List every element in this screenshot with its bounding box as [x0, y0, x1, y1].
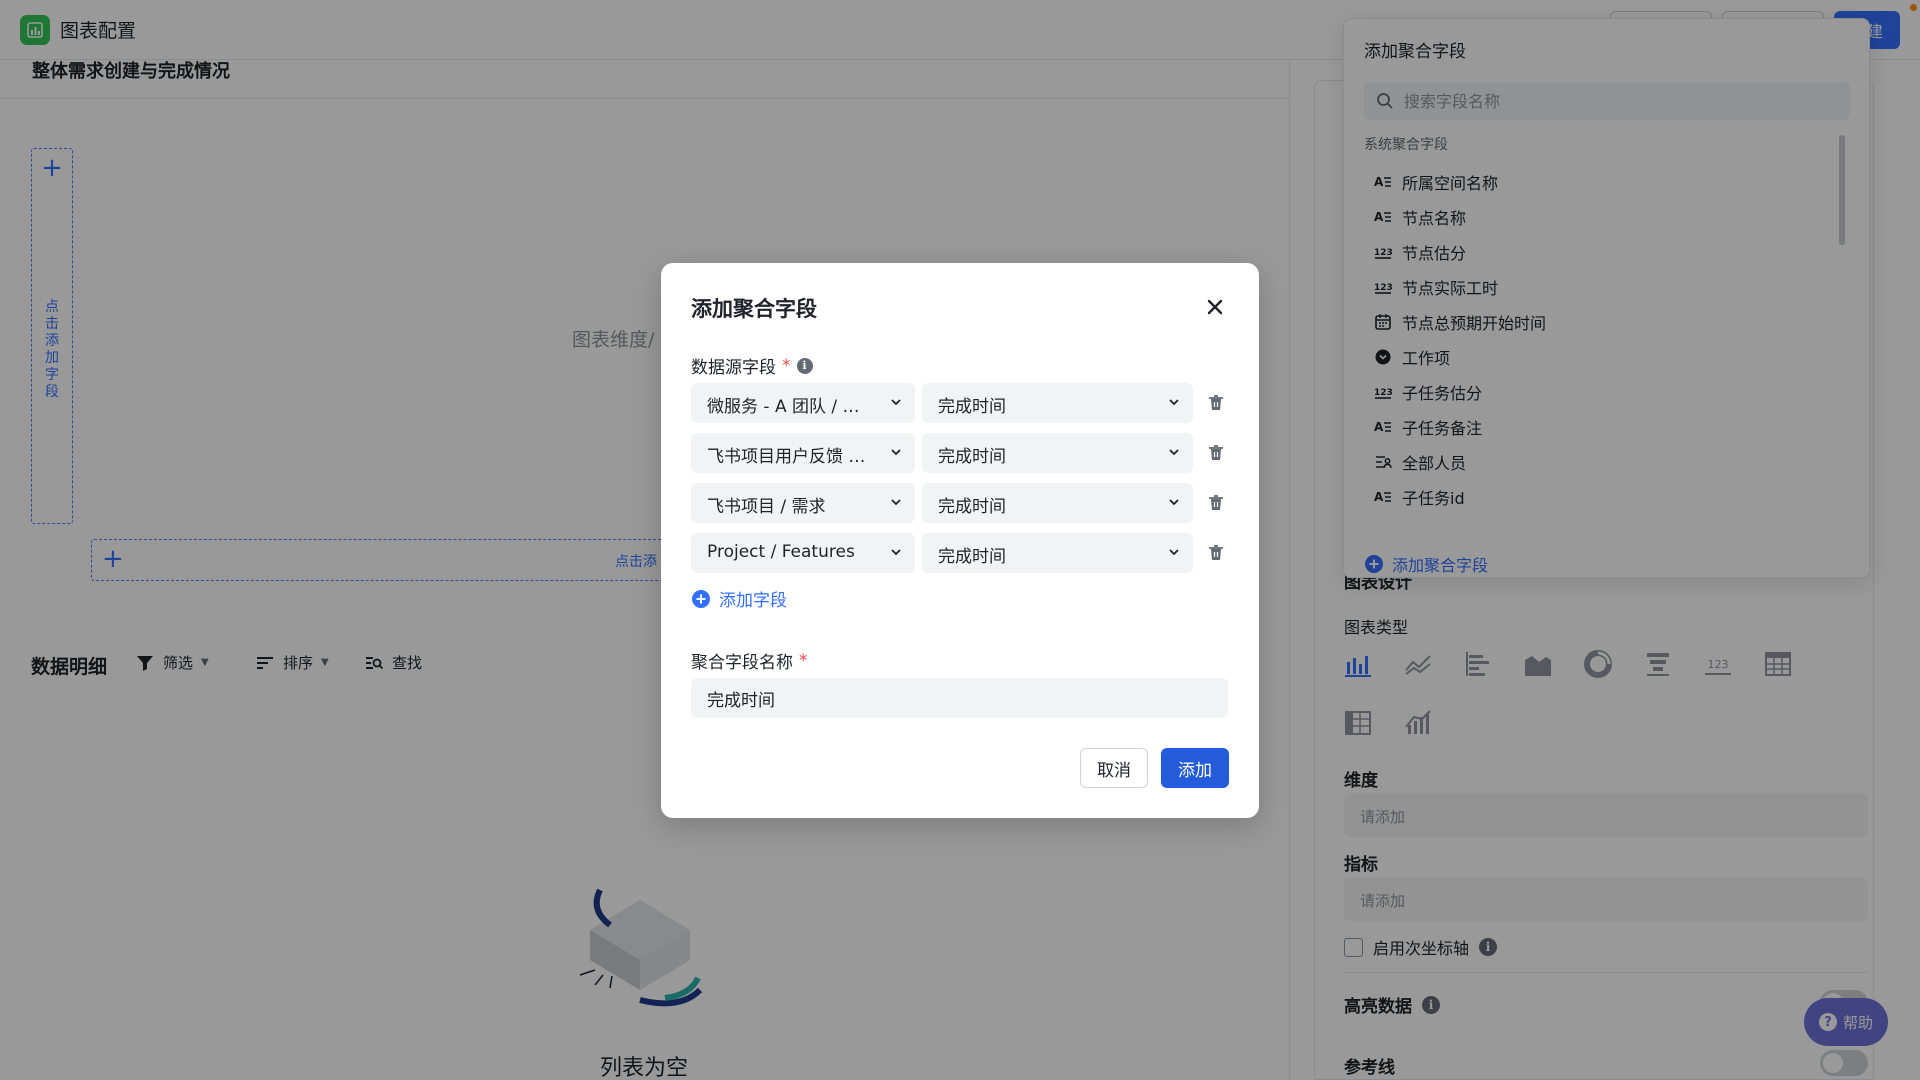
source-field-value: 完成时间 — [938, 447, 1006, 467]
required-mark: * — [799, 650, 808, 671]
source-field-value: 完成时间 — [938, 497, 1006, 517]
source-field-select[interactable]: 完成时间 — [922, 383, 1193, 423]
trash-icon[interactable] — [1206, 493, 1226, 513]
source-field-label-row: 数据源字段 * i — [691, 353, 813, 378]
source-field-value: 完成时间 — [938, 397, 1006, 417]
add-field-button[interactable]: 添加字段 — [691, 586, 787, 611]
chevron-down-icon — [1169, 499, 1179, 506]
chevron-down-icon — [891, 399, 901, 406]
chevron-down-icon — [891, 449, 901, 456]
required-mark: * — [782, 355, 791, 376]
add-field-label: 添加字段 — [719, 591, 787, 611]
chevron-down-icon — [891, 499, 901, 506]
source-field-select[interactable]: 完成时间 — [922, 533, 1193, 573]
trash-icon[interactable] — [1206, 443, 1226, 463]
info-icon[interactable]: i — [796, 357, 813, 374]
data-source-select[interactable]: 飞书项目 / 需求 — [691, 483, 915, 523]
aggregate-name-label: 聚合字段名称 — [691, 653, 793, 673]
aggregate-name-label-row: 聚合字段名称 * — [691, 648, 808, 674]
dialog-title: 添加聚合字段 — [691, 297, 817, 321]
chevron-down-icon — [1169, 449, 1179, 456]
source-field-value: 完成时间 — [938, 547, 1006, 567]
add-aggregate-field-dialog: 添加聚合字段 数据源字段 * i 微服务 - A 团队 / 需... 完成时间 飞书… — [661, 263, 1259, 818]
data-source-select[interactable]: 飞书项目用户反馈 / ... — [691, 433, 915, 473]
data-source-value: 飞书项目用户反馈 / ... — [707, 447, 869, 467]
add-button[interactable]: 添加 — [1161, 748, 1229, 788]
data-source-select[interactable]: 微服务 - A 团队 / 需... — [691, 383, 915, 423]
data-source-value: Project / Features — [707, 542, 855, 562]
chevron-down-icon — [1169, 549, 1179, 556]
chevron-down-icon — [1169, 399, 1179, 406]
cancel-button[interactable]: 取消 — [1080, 748, 1148, 788]
trash-icon[interactable] — [1206, 543, 1226, 563]
data-source-select[interactable]: Project / Features — [691, 533, 915, 573]
data-source-value: 飞书项目 / 需求 — [707, 497, 826, 517]
source-field-select[interactable]: 完成时间 — [922, 433, 1193, 473]
data-source-value: 微服务 - A 团队 / 需... — [707, 397, 869, 417]
trash-icon[interactable] — [1206, 393, 1226, 413]
source-field-label: 数据源字段 — [691, 358, 776, 378]
chevron-down-icon — [891, 549, 901, 556]
aggregate-name-input[interactable] — [691, 678, 1228, 718]
close-icon[interactable] — [1201, 293, 1229, 321]
plus-circle-icon — [692, 589, 710, 608]
source-field-select[interactable]: 完成时间 — [922, 483, 1193, 523]
